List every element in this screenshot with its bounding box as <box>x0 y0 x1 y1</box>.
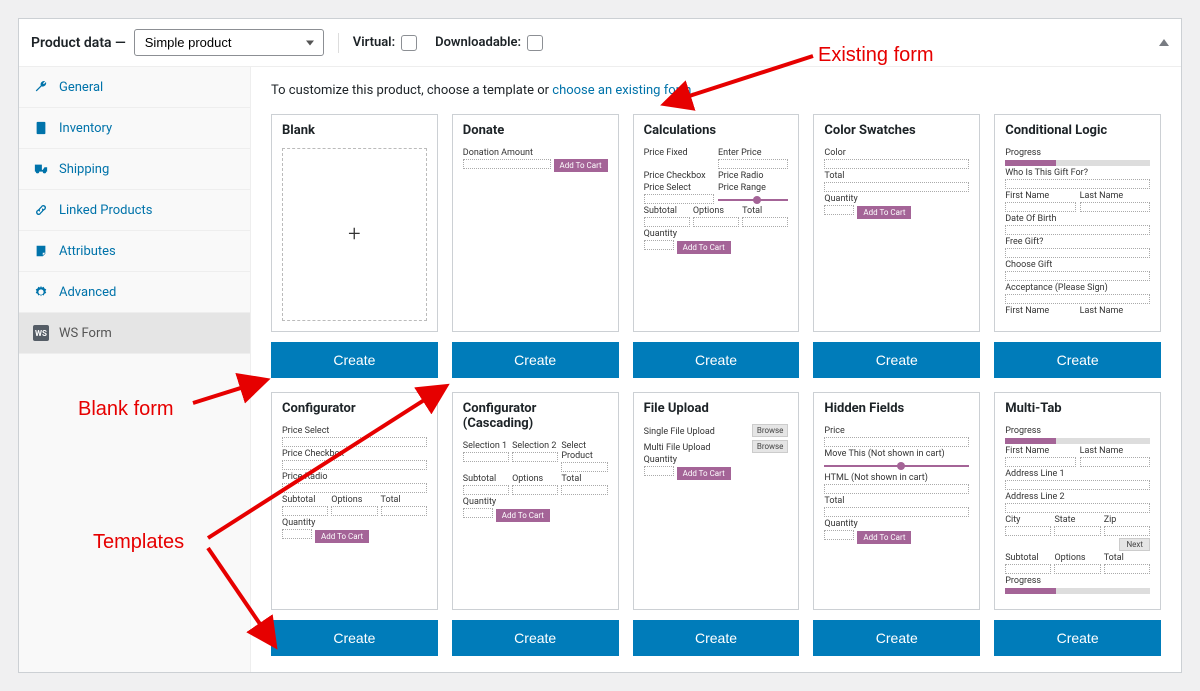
template-grid: Blank + Create Donate Donation Amount Ad… <box>271 114 1161 656</box>
gear-icon <box>33 284 49 300</box>
card-title: Hidden Fields <box>814 393 979 420</box>
panel-header: Product data — Simple product Virtual: D… <box>19 19 1181 67</box>
sidebar-item-advanced[interactable]: Advanced <box>19 272 250 313</box>
clipboard-icon <box>33 120 49 136</box>
create-button[interactable]: Create <box>452 342 619 378</box>
divider <box>338 33 339 53</box>
create-button[interactable]: Create <box>994 620 1161 656</box>
sidebar-item-wsform[interactable]: WS WS Form <box>19 313 250 354</box>
create-button[interactable]: Create <box>271 342 438 378</box>
card-title: Configurator <box>272 393 437 420</box>
template-card-blank: Blank + Create <box>271 114 438 378</box>
sidebar-item-label: Linked Products <box>59 203 152 218</box>
sidebar-item-shipping[interactable]: Shipping <box>19 149 250 190</box>
link-icon <box>33 202 49 218</box>
create-button[interactable]: Create <box>994 342 1161 378</box>
card-title: Conditional Logic <box>995 115 1160 142</box>
panel-title: Product data — <box>31 35 126 51</box>
truck-icon <box>33 161 49 177</box>
virtual-checkbox[interactable] <box>401 35 417 51</box>
card-title: Blank <box>272 115 437 142</box>
template-card-calculations: Calculations Price FixedEnter Price Pric… <box>633 114 800 378</box>
template-card-fileupload: File Upload Single File UploadBrowse Mul… <box>633 392 800 656</box>
product-tabs-sidebar: General Inventory Shipping Linked Produc… <box>19 67 251 672</box>
collapse-toggle-icon[interactable] <box>1159 39 1169 46</box>
sidebar-item-label: Advanced <box>59 285 116 300</box>
template-card-conditional: Conditional Logic Progress Who Is This G… <box>994 114 1161 378</box>
product-data-panel: Product data — Simple product Virtual: D… <box>18 18 1182 673</box>
product-type-select[interactable]: Simple product <box>134 29 324 56</box>
template-card-cascading: Configurator (Cascading) Selection 1Sele… <box>452 392 619 656</box>
choose-existing-link[interactable]: choose an existing form <box>552 83 691 98</box>
plus-icon: + <box>282 148 427 321</box>
sidebar-item-attributes[interactable]: Attributes <box>19 231 250 272</box>
card-title: Donate <box>453 115 618 142</box>
wrench-icon <box>33 79 49 95</box>
card-title: Configurator (Cascading) <box>453 393 618 435</box>
template-card-multitab: Multi-Tab Progress First NameLast Name A… <box>994 392 1161 656</box>
sidebar-item-label: Inventory <box>59 121 112 136</box>
template-card-swatches: Color Swatches Color Total Quantity Add … <box>813 114 980 378</box>
sidebar-item-general[interactable]: General <box>19 67 250 108</box>
create-button[interactable]: Create <box>813 342 980 378</box>
intro-text: To customize this product, choose a temp… <box>271 83 1161 98</box>
sidebar-item-linked[interactable]: Linked Products <box>19 190 250 231</box>
sidebar-item-label: Attributes <box>59 244 116 259</box>
main-content: To customize this product, choose a temp… <box>251 67 1181 672</box>
sidebar-item-label: General <box>59 80 103 95</box>
downloadable-checkbox[interactable] <box>527 35 543 51</box>
card-title: Calculations <box>634 115 799 142</box>
create-button[interactable]: Create <box>452 620 619 656</box>
note-icon <box>33 243 49 259</box>
template-card-donate: Donate Donation Amount Add To Cart Creat… <box>452 114 619 378</box>
create-button[interactable]: Create <box>633 620 800 656</box>
sidebar-item-label: WS Form <box>59 326 112 341</box>
sidebar-item-inventory[interactable]: Inventory <box>19 108 250 149</box>
create-button[interactable]: Create <box>633 342 800 378</box>
create-button[interactable]: Create <box>271 620 438 656</box>
template-card-hidden: Hidden Fields Price Move This (Not shown… <box>813 392 980 656</box>
template-card-configurator: Configurator Price Select Price Checkbox… <box>271 392 438 656</box>
create-button[interactable]: Create <box>813 620 980 656</box>
card-title: Multi-Tab <box>995 393 1160 420</box>
card-title: File Upload <box>634 393 799 420</box>
downloadable-label: Downloadable: <box>435 35 543 51</box>
wsform-icon: WS <box>33 325 49 341</box>
virtual-label: Virtual: <box>353 35 417 51</box>
sidebar-item-label: Shipping <box>59 162 109 177</box>
card-title: Color Swatches <box>814 115 979 142</box>
